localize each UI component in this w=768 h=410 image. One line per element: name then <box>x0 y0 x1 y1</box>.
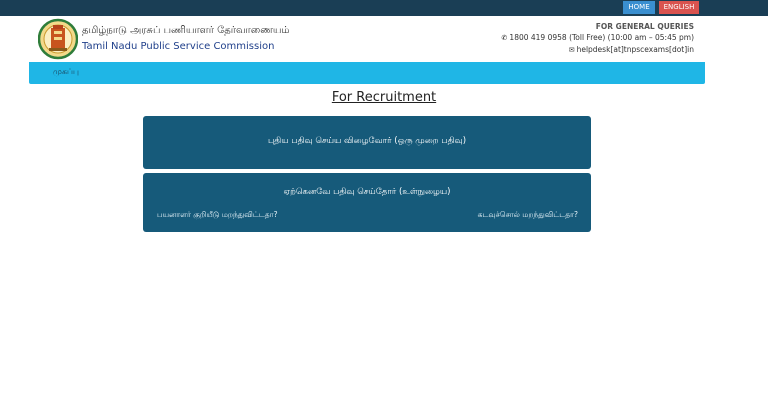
phone-icon: ✆ <box>501 34 508 42</box>
forgot-password-link[interactable]: கடவுச்சொல் மறந்துவிட்டதா? <box>478 210 578 220</box>
phone-number: 1800 419 0958 (Toll Free) (10:00 am – 05… <box>509 33 694 42</box>
new-registration-card[interactable]: புதிய பதிவு செய்ய விழைவோர் (ஒரு முறை பதி… <box>143 116 591 169</box>
site-title-english: Tamil Nadu Public Service Commission <box>82 41 275 52</box>
site-header: தமிழ்நாடு அரசுப் பணியாளர் தேர்வாணையம் Ta… <box>0 16 768 62</box>
phone-line: ✆ 1800 419 0958 (Toll Free) (10:00 am – 0… <box>502 32 694 44</box>
contact-info: FOR GENERAL QUERIES ✆ 1800 419 0958 (Toll… <box>502 21 694 56</box>
home-button[interactable]: HOME <box>623 1 655 14</box>
mail-icon: ✉ <box>568 46 575 54</box>
nav-home-link[interactable]: முகப்பு <box>53 67 79 77</box>
forgot-userid-link[interactable]: பயனாளர் குறியீடு மறந்துவிட்டதா? <box>157 210 278 220</box>
new-registration-label[interactable]: புதிய பதிவு செய்ய விழைவோர் (ஒரு முறை பதி… <box>143 136 591 147</box>
main-nav: முகப்பு <box>29 62 705 84</box>
queries-title: FOR GENERAL QUERIES <box>595 22 694 31</box>
email-line: ✉ helpdesk[at]tnpscexams[dot]in <box>502 44 694 56</box>
existing-login-card: ஏற்கெனவே பதிவு செய்தோர் (உள்நுழைய) பயனாள… <box>143 173 591 232</box>
english-language-button[interactable]: ENGLISH <box>659 1 699 14</box>
site-title-tamil: தமிழ்நாடு அரசுப் பணியாளர் தேர்வாணையம் <box>82 25 290 36</box>
tn-emblem-logo[interactable] <box>38 17 78 61</box>
page-title: For Recruitment <box>331 90 437 105</box>
existing-login-label[interactable]: ஏற்கெனவே பதிவு செய்தோர் (உள்நுழைய) <box>143 187 591 198</box>
email-address: helpdesk[at]tnpscexams[dot]in <box>576 45 694 54</box>
top-bar: HOME ENGLISH <box>0 0 768 16</box>
